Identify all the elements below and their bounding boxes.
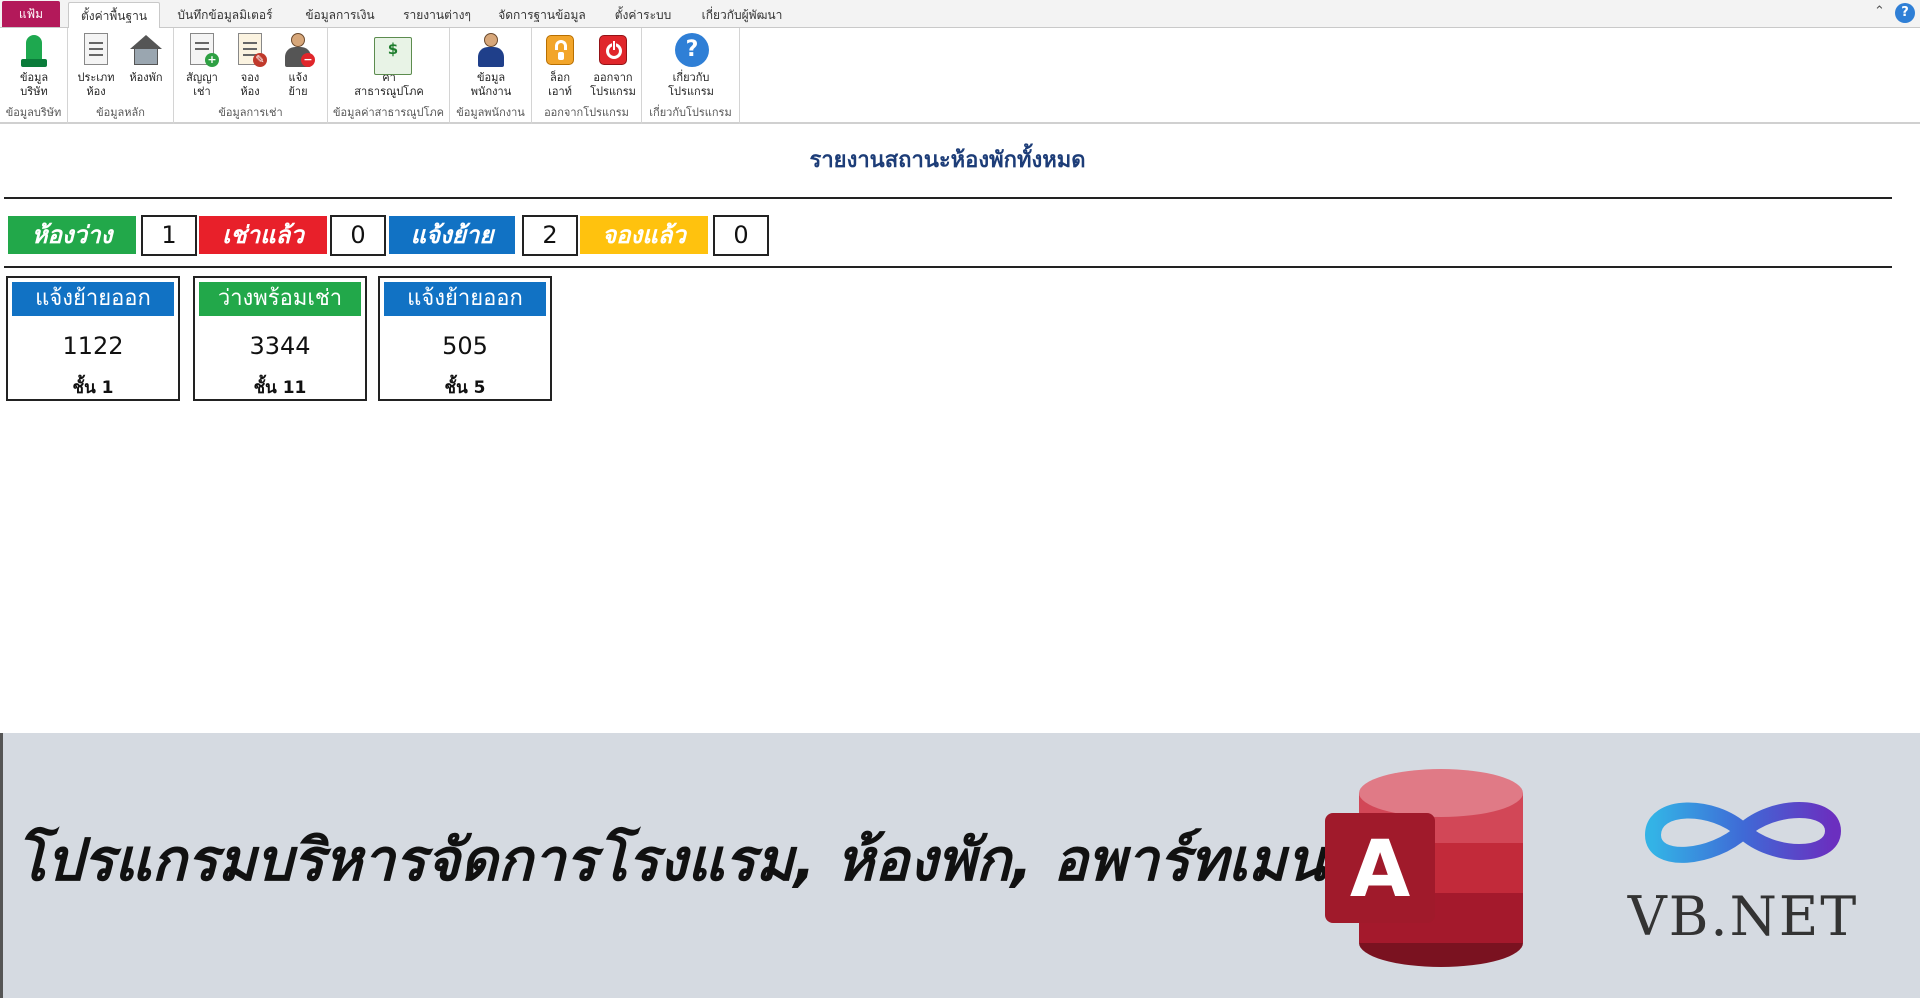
company-info-button[interactable]: ข้อมูล บริษัท xyxy=(12,31,56,99)
question-icon: ? xyxy=(672,31,710,69)
employee-icon xyxy=(472,31,510,69)
help-icon[interactable]: ? xyxy=(1895,3,1915,23)
tab-reports[interactable]: รายงานต่างๆ xyxy=(398,2,476,28)
ribbon: ข้อมูล บริษัท ข้อมูลบริษัท ประเภท ห้อง ห… xyxy=(0,28,1920,124)
room-card[interactable]: แจ้งย้ายออก 505 ชั้น 5 xyxy=(378,276,552,401)
group-about-label: เกี่ยวกับโปรแกรม xyxy=(649,106,732,119)
room-type-icon xyxy=(77,31,115,69)
room-number: 505 xyxy=(442,332,488,360)
room-number: 1122 xyxy=(62,332,124,360)
group-company-label: ข้อมูลบริษัท xyxy=(5,106,62,119)
tab-database[interactable]: จัดการฐานข้อมูล xyxy=(492,2,592,28)
group-employee: ข้อมูล พนักงาน ข้อมูลพนักงาน xyxy=(450,28,532,124)
employee-button[interactable]: ข้อมูล พนักงาน xyxy=(466,31,516,99)
room-type-button[interactable]: ประเภท ห้อง xyxy=(74,31,118,99)
collapse-ribbon-icon[interactable]: ⌃ xyxy=(1874,4,1885,19)
promo-banner: โปรแกรมบริหารจัดการโรงแรม, ห้องพัก, อพาร… xyxy=(0,733,1920,998)
group-utilities-label: ข้อมูลค่าสาธารณูปโภค xyxy=(332,106,445,119)
exit-program-button[interactable]: ออกจาก โปรแกรม xyxy=(588,31,638,99)
legend-rented-tag: เช่าแล้ว xyxy=(199,216,327,254)
infinity-icon xyxy=(1644,802,1842,863)
about-program-button[interactable]: ? เกี่ยวกับ โปรแกรม xyxy=(664,31,718,99)
company-icon xyxy=(15,31,53,69)
group-exit-label: ออกจากโปรแกรม xyxy=(544,106,629,119)
contract-label: สัญญา เช่า xyxy=(186,71,218,98)
room-label: ห้องพัก xyxy=(129,71,163,84)
contract-icon: + xyxy=(183,31,221,69)
room-number: 3344 xyxy=(249,332,311,360)
utility-bill-label: ค่า สาธารณูปโภค xyxy=(354,71,424,98)
access-letter: A xyxy=(1350,825,1410,915)
lock-icon xyxy=(541,31,579,69)
company-info-label: ข้อมูล บริษัท xyxy=(19,71,49,98)
tab-basic-settings[interactable]: ตั้งค่าพื้นฐาน xyxy=(68,2,160,29)
tab-system-settings[interactable]: ตั้งค่าระบบ xyxy=(608,2,678,28)
room-floor: ชั้น 5 xyxy=(444,378,486,398)
group-about: ? เกี่ยวกับ โปรแกรม เกี่ยวกับโปรแกรม xyxy=(642,28,740,124)
group-rental-label: ข้อมูลการเช่า xyxy=(218,106,283,119)
booking-button[interactable]: ✎ จอง ห้อง xyxy=(228,31,272,99)
booking-label: จอง ห้อง xyxy=(240,71,260,98)
room-status-badge: แจ้งย้ายออก xyxy=(384,282,546,316)
power-icon xyxy=(594,31,632,69)
booking-icon: ✎ xyxy=(231,31,269,69)
room-type-label: ประเภท ห้อง xyxy=(77,71,115,98)
divider-top xyxy=(4,197,1892,199)
utility-bill-button[interactable]: $ ค่า สาธารณูปโภค xyxy=(350,31,428,99)
room-card[interactable]: ว่างพร้อมเช่า 3344 ชั้น 11 xyxy=(193,276,367,401)
group-master-data: ประเภท ห้อง ห้องพัก ข้อมูลหลัก xyxy=(68,28,174,124)
group-master-data-label: ข้อมูลหลัก xyxy=(96,106,145,119)
legend-booked-count: 0 xyxy=(713,215,769,256)
move-out-icon: − xyxy=(279,31,317,69)
room-status-badge: แจ้งย้ายออก xyxy=(12,282,174,316)
ms-access-logo-icon: A xyxy=(1325,769,1523,967)
ribbon-tab-bar: แฟ้ม ตั้งค่าพื้นฐาน บันทึกข้อมูลมิเตอร์ … xyxy=(0,0,1920,29)
group-company: ข้อมูล บริษัท ข้อมูลบริษัท xyxy=(0,28,68,124)
group-utilities: $ ค่า สาธารณูปโภค ข้อมูลค่าสาธารณูปโภค xyxy=(328,28,450,124)
group-employee-label: ข้อมูลพนักงาน xyxy=(456,106,525,119)
legend-move-notice-count: 2 xyxy=(522,215,578,256)
room-status-badge: ว่างพร้อมเช่า xyxy=(199,282,361,316)
room-icon xyxy=(127,31,165,69)
legend-vacant-count: 1 xyxy=(141,215,197,256)
legend-vacant-tag: ห้องว่าง xyxy=(8,216,136,254)
tab-file[interactable]: แฟ้ม xyxy=(2,1,60,27)
logout-label: ล็อก เอาท์ xyxy=(548,71,572,98)
banner-headline: โปรแกรมบริหารจัดการโรงแรม, ห้องพัก, อพาร… xyxy=(15,826,1364,894)
move-out-button[interactable]: − แจ้ง ย้าย xyxy=(276,31,320,99)
report-title: รายงานสถานะห้องพักทั้งหมด xyxy=(809,148,1086,173)
divider-bottom xyxy=(4,266,1892,268)
vbnet-text: VB.NET xyxy=(1627,885,1859,948)
employee-label: ข้อมูล พนักงาน xyxy=(470,71,512,98)
about-program-label: เกี่ยวกับ โปรแกรม xyxy=(668,71,714,98)
room-floor: ชั้น 1 xyxy=(72,378,114,398)
room-card[interactable]: แจ้งย้ายออก 1122 ชั้น 1 xyxy=(6,276,180,401)
contract-button[interactable]: + สัญญา เช่า xyxy=(180,31,224,99)
utility-bill-icon: $ xyxy=(374,37,412,75)
tab-finance[interactable]: ข้อมูลการเงิน xyxy=(295,2,385,28)
room-button[interactable]: ห้องพัก xyxy=(124,31,168,85)
legend-booked-tag: จองแล้ว xyxy=(580,216,708,254)
vbnet-logo: VB.NET xyxy=(1603,773,1883,963)
tab-about-developer[interactable]: เกี่ยวกับผู้พัฒนา xyxy=(694,2,790,28)
legend-move-notice-tag: แจ้งย้าย xyxy=(389,216,515,254)
group-exit: ล็อก เอาท์ ออกจาก โปรแกรม ออกจากโปรแกรม xyxy=(532,28,642,124)
tab-meter-records[interactable]: บันทึกข้อมูลมิเตอร์ xyxy=(170,2,280,28)
group-rental: + สัญญา เช่า ✎ จอง ห้อง − แจ้ง ย้าย ข้อม… xyxy=(174,28,328,124)
legend-rented-count: 0 xyxy=(330,215,386,256)
move-out-label: แจ้ง ย้าย xyxy=(288,71,308,98)
logout-button[interactable]: ล็อก เอาท์ xyxy=(538,31,582,99)
room-floor: ชั้น 11 xyxy=(253,378,307,398)
exit-program-label: ออกจาก โปรแกรม xyxy=(590,71,636,98)
